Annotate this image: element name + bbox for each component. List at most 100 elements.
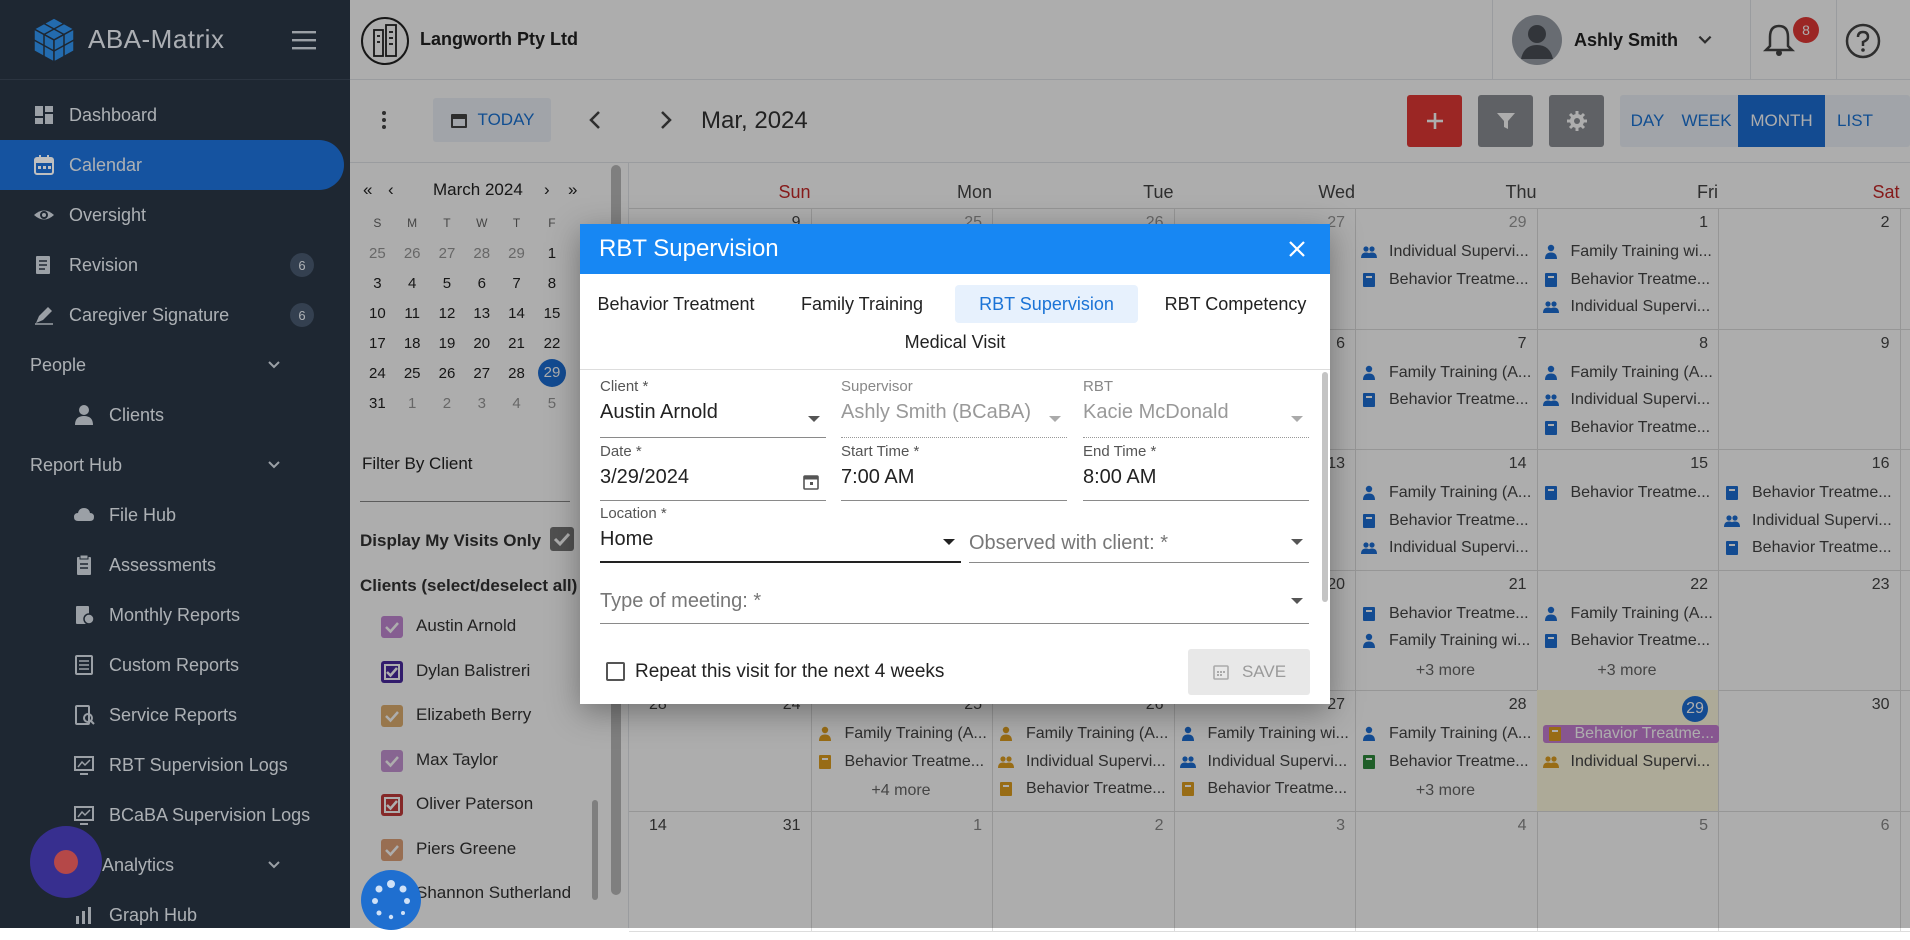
calendar-event[interactable]: Family Training (A... [817, 725, 987, 743]
calendar-event[interactable]: Individual Supervi... [998, 753, 1168, 771]
tab-rbt-competency[interactable]: RBT Competency [1148, 285, 1323, 323]
sidebar-section-report-hub[interactable]: Report Hub [0, 440, 344, 490]
mini-day[interactable]: 21 [499, 328, 534, 358]
calendar-event[interactable]: Family Training (A... [1543, 605, 1713, 623]
mini-day[interactable]: 3 [464, 388, 499, 418]
mini-day[interactable]: 27 [464, 358, 499, 388]
view-month[interactable]: MONTH [1738, 95, 1825, 147]
day-number[interactable]: 1 [1668, 214, 1708, 232]
calendar-event[interactable]: Behavior Treatme... [1543, 632, 1713, 650]
mini-day[interactable]: 7 [499, 268, 534, 298]
mini-day-selected[interactable]: 29 [534, 358, 570, 388]
day-number[interactable]: 29 [1487, 214, 1527, 232]
day-number[interactable]: 3 [1305, 817, 1345, 835]
calendar-event[interactable]: Individual Supervi... [1361, 243, 1531, 261]
sidebar-item-monthly-reports[interactable]: Monthly Reports [0, 590, 344, 640]
sidebar-item-custom-reports[interactable]: Custom Reports [0, 640, 344, 690]
sidebar-item-graph-hub[interactable]: Graph Hub [0, 890, 344, 940]
calendar-event[interactable]: Family Training wi... [1543, 243, 1713, 261]
double-chevron-right-icon[interactable]: » [568, 180, 577, 200]
day-number[interactable]: 28 [1487, 696, 1527, 714]
filter-button[interactable] [1478, 95, 1533, 147]
sidebar-item-service-reports[interactable]: Service Reports [0, 690, 344, 740]
sidebar-item-revision[interactable]: Revision 6 [0, 240, 344, 290]
mini-day[interactable]: 28 [464, 238, 499, 268]
settings-button[interactable] [1549, 95, 1604, 147]
mini-day[interactable]: 13 [464, 298, 499, 328]
calendar-event[interactable]: Behavior Treatme... [817, 753, 987, 771]
clients-select-all-label[interactable]: Clients (select/deselect all) [360, 576, 577, 596]
tab-behavior-treatment[interactable]: Behavior Treatment [592, 285, 760, 323]
calendar-event[interactable]: Behavior Treatme... [1361, 391, 1531, 409]
tab-family-training[interactable]: Family Training [782, 285, 942, 323]
mini-day[interactable]: 11 [395, 298, 430, 328]
calendar-event[interactable]: Behavior Treatme... [1724, 539, 1894, 557]
calendar-event[interactable]: Behavior Treatme... [1724, 484, 1894, 502]
mini-day[interactable]: 29 [499, 238, 534, 268]
observed-with-client-select[interactable]: Observed with client: * [969, 505, 1309, 563]
close-icon[interactable] [1288, 240, 1306, 258]
more-vert-icon[interactable] [380, 110, 388, 130]
mini-day[interactable]: 26 [430, 358, 465, 388]
day-number[interactable]: 7 [1487, 335, 1527, 353]
mini-day[interactable]: 31 [360, 388, 395, 418]
dialog-scrollbar[interactable] [1322, 372, 1328, 602]
mini-day[interactable]: 1 [395, 388, 430, 418]
calendar-icon[interactable] [802, 473, 820, 491]
calendar-event[interactable]: Family Training (A... [1361, 364, 1531, 382]
client-select[interactable]: Client * Austin Arnold [600, 378, 826, 438]
calendar-event[interactable]: Behavior Treatme... [1361, 753, 1531, 771]
mini-day[interactable]: 25 [360, 238, 395, 268]
mini-day[interactable]: 19 [430, 328, 465, 358]
client-checkbox[interactable] [381, 705, 403, 727]
day-number[interactable]: 14 [1487, 455, 1527, 473]
calendar-event[interactable]: Behavior Treatme... [1361, 605, 1531, 623]
calendar-event[interactable]: Family Training (A... [1361, 725, 1531, 743]
calendar-event[interactable]: Behavior Treatme... [998, 780, 1168, 798]
calendar-event[interactable]: Family Training (A... [1543, 364, 1713, 382]
day-number[interactable]: 9 [1850, 335, 1890, 353]
calendar-event[interactable]: Behavior Treatme... [1543, 419, 1713, 437]
view-list[interactable]: LIST [1825, 111, 1885, 131]
sidebar-item-rbt-supervision-logs[interactable]: RBT Supervision Logs [0, 740, 344, 790]
day-number[interactable]: 23 [1850, 576, 1890, 594]
sidebar-item-clients[interactable]: Clients [0, 390, 344, 440]
mini-day[interactable]: 12 [430, 298, 465, 328]
sidebar-section-people[interactable]: People [0, 340, 344, 390]
day-number[interactable]: 21 [1487, 576, 1527, 594]
list-scrollbar[interactable] [592, 800, 598, 900]
mini-day[interactable]: 4 [395, 268, 430, 298]
client-checkbox[interactable] [381, 660, 403, 683]
mini-day[interactable]: 5 [430, 268, 465, 298]
add-visit-button[interactable] [1407, 95, 1462, 147]
end-time-field[interactable]: End Time * 8:00 AM [1083, 443, 1309, 501]
calendar-event[interactable]: Individual Supervi... [1724, 512, 1894, 530]
day-number[interactable]: 31 [761, 817, 801, 835]
sidebar-item-caregiver-signature[interactable]: Caregiver Signature 6 [0, 290, 344, 340]
sidebar-item-dashboard[interactable]: Dashboard [0, 90, 344, 140]
day-number[interactable]: 5 [1668, 817, 1708, 835]
chevron-left-icon[interactable] [584, 108, 608, 132]
more-events-link[interactable]: +3 more [1355, 662, 1536, 680]
client-checkbox[interactable] [381, 616, 403, 638]
mini-day[interactable]: 17 [360, 328, 395, 358]
calendar-event[interactable]: Individual Supervi... [1179, 753, 1350, 771]
calendar-event[interactable]: Family Training wi... [1180, 725, 1350, 743]
calendar-event[interactable]: Behavior Treatme... [1361, 271, 1531, 289]
mini-day[interactable]: 28 [499, 358, 534, 388]
calendar-event[interactable]: Individual Supervi... [1542, 391, 1713, 409]
mini-day[interactable]: 6 [464, 268, 499, 298]
view-day[interactable]: DAY [1620, 111, 1675, 131]
calendar-event[interactable]: Family Training wi... [1361, 632, 1531, 650]
client-checkbox[interactable] [381, 794, 403, 816]
chevron-left-icon[interactable]: ‹ [388, 180, 394, 200]
mini-day[interactable]: 10 [360, 298, 395, 328]
user-menu[interactable]: Ashly Smith [1512, 14, 1742, 66]
mini-day[interactable]: 20 [464, 328, 499, 358]
day-number[interactable]: 30 [1850, 696, 1890, 714]
date-field[interactable]: Date * 3/29/2024 [600, 443, 826, 501]
location-select[interactable]: Location * Home [600, 505, 961, 563]
sidebar-item-calendar[interactable]: Calendar [0, 140, 344, 190]
mini-day[interactable]: 22 [534, 328, 570, 358]
floating-action-button[interactable] [30, 826, 102, 898]
